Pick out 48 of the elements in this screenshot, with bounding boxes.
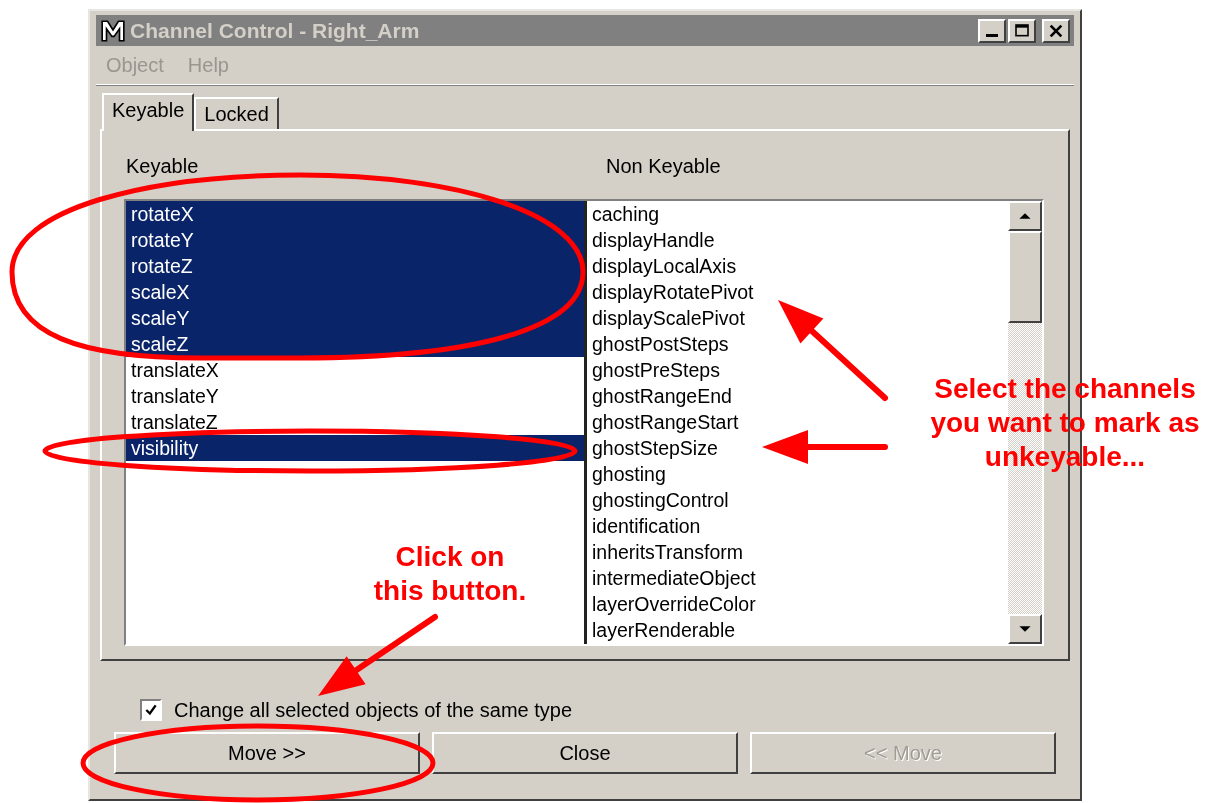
list-item[interactable]: displayLocalAxis bbox=[587, 253, 737, 279]
annotation-text: Click on this button. bbox=[372, 540, 528, 608]
list-item[interactable]: inheritsTransform bbox=[587, 539, 743, 565]
list-item[interactable]: rotateY bbox=[126, 227, 584, 253]
dialog-button[interactable]: Move >> bbox=[114, 732, 420, 774]
list-item[interactable]: scaleX bbox=[126, 279, 584, 305]
list-item[interactable]: displayScalePivot bbox=[587, 305, 745, 331]
list-item[interactable]: ghostStepSize bbox=[587, 435, 718, 461]
checkbox[interactable] bbox=[140, 699, 162, 721]
maya-logo-icon bbox=[100, 17, 126, 44]
close-icon bbox=[1048, 22, 1064, 39]
list-item[interactable]: displayRotatePivot bbox=[587, 279, 754, 305]
dialog-button[interactable]: Close bbox=[432, 732, 738, 774]
scroll-thumb[interactable] bbox=[1008, 231, 1042, 323]
list-item[interactable]: translateY bbox=[126, 383, 584, 409]
tab[interactable]: Locked bbox=[194, 97, 279, 129]
list-item[interactable]: ghostPreSteps bbox=[587, 357, 720, 383]
list-item[interactable]: caching bbox=[587, 201, 660, 227]
column-heading: Non Keyable bbox=[606, 155, 721, 178]
list-item[interactable]: ghostRangeEnd bbox=[587, 383, 732, 409]
list-item[interactable]: scaleZ bbox=[126, 331, 584, 357]
list-item[interactable]: ghostPostSteps bbox=[587, 331, 729, 357]
list-item[interactable]: ghostingControl bbox=[587, 487, 729, 513]
list-item[interactable]: ghostRangeStart bbox=[587, 409, 739, 435]
list-item[interactable]: intermediateObject bbox=[587, 565, 756, 591]
list-item[interactable]: rotateX bbox=[126, 201, 584, 227]
column-heading: Keyable bbox=[125, 155, 200, 178]
list-item[interactable]: displayHandle bbox=[587, 227, 715, 253]
list-item[interactable]: identification bbox=[587, 513, 701, 539]
list-item[interactable]: translateZ bbox=[126, 409, 584, 435]
close-button[interactable] bbox=[1042, 18, 1070, 43]
window-title: Channel Control - Right_Arm bbox=[130, 18, 421, 43]
list-item[interactable]: ghosting bbox=[587, 461, 666, 487]
list-item[interactable]: visibility bbox=[126, 435, 584, 461]
list-item[interactable]: scaleY bbox=[126, 305, 584, 331]
list-item[interactable]: rotateZ bbox=[126, 253, 584, 279]
tab[interactable]: Keyable bbox=[102, 93, 195, 131]
minimize-button[interactable] bbox=[978, 18, 1006, 43]
minimize-icon bbox=[986, 34, 998, 37]
checkbox-label: Change all selected objects of the same type bbox=[174, 698, 573, 722]
maximize-icon bbox=[1014, 22, 1030, 39]
check-icon bbox=[144, 703, 158, 717]
list-item[interactable]: layerRenderable bbox=[587, 617, 736, 643]
list-item[interactable]: layerOverrideColor bbox=[587, 591, 756, 617]
scroll-down-button[interactable] bbox=[1008, 614, 1042, 644]
list-item[interactable]: translateX bbox=[126, 357, 584, 383]
maximize-button[interactable] bbox=[1008, 18, 1036, 43]
scroll-up-button[interactable] bbox=[1008, 201, 1042, 231]
